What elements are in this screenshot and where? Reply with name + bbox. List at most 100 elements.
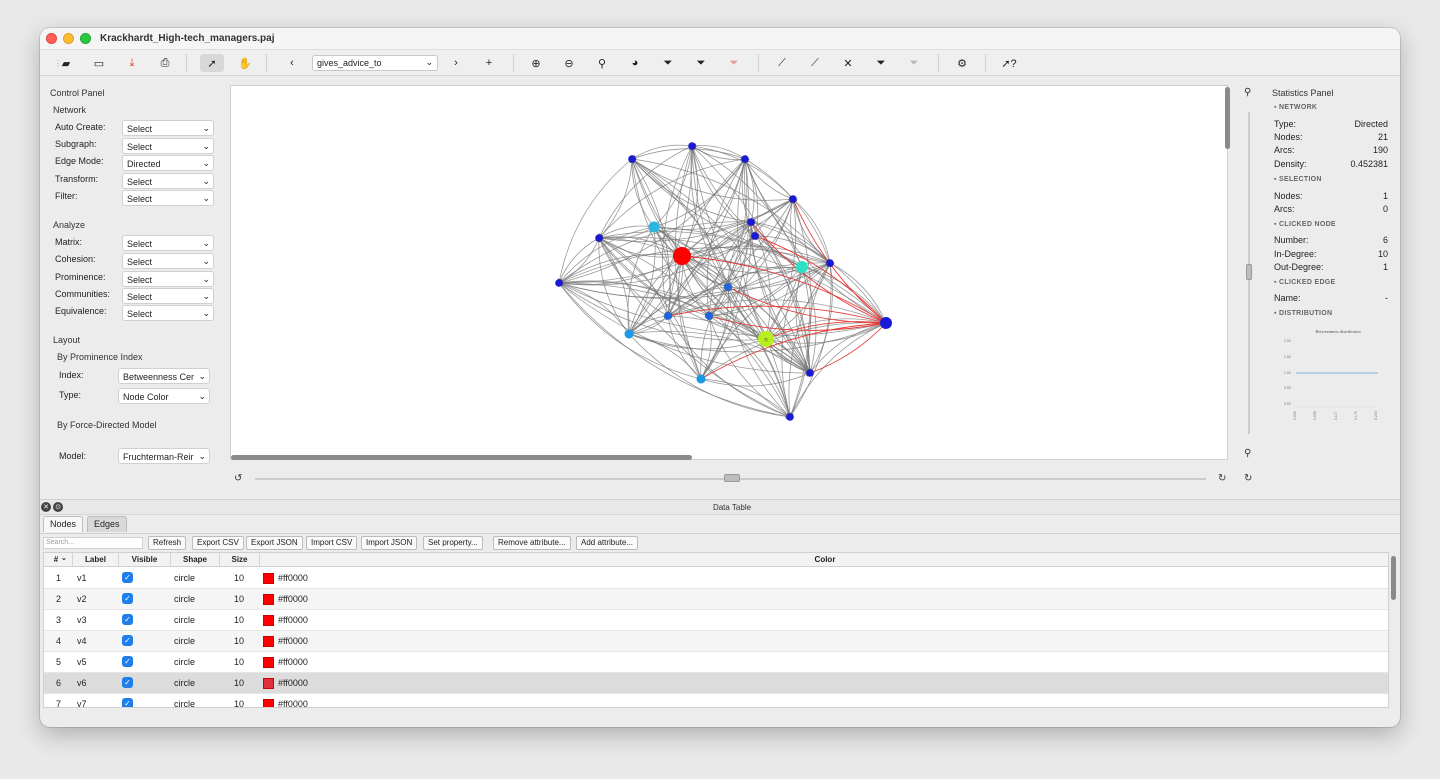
cell-color[interactable]: #ff0000 [278,615,308,625]
auto-create-select[interactable]: Select ⌄ [122,120,214,136]
force-model-select[interactable]: Fruchterman-Reir ⌄ [118,448,210,464]
column-header-color[interactable]: Color [260,555,1388,564]
graph-node[interactable] [826,259,834,267]
cell-color[interactable]: #ff0000 [278,678,308,688]
table-row[interactable]: 1 v1 ✓ circle 10 #ff0000 [44,568,1388,589]
close-window-button[interactable] [46,33,57,44]
cell-color[interactable]: #ff0000 [278,573,308,583]
graph-node[interactable] [786,413,794,421]
save-button[interactable]: ⤓ [120,54,144,72]
filter-nodes-button[interactable]: ⏷ [656,54,680,72]
add-attribute-button[interactable]: Add attribute... [576,536,639,550]
zoom-out-button[interactable]: ⚲ [1244,448,1251,459]
node-properties-button[interactable]: ◕ [623,54,647,72]
set-property-button[interactable]: Set property... [423,536,483,550]
cell-size[interactable]: 10 [234,615,244,625]
cell-label[interactable]: v5 [77,657,87,667]
table-row[interactable]: 7 v7 ✓ circle 10 #ff0000 [44,694,1388,707]
color-swatch[interactable] [263,657,274,668]
graph-node[interactable] [796,261,808,273]
remove-node-button[interactable]: ⊖ [557,54,581,72]
table-row[interactable]: 2 v2 ✓ circle 10 #ff0000 [44,589,1388,610]
relation-select[interactable]: gives_advice_to ⌄ [312,55,438,71]
graph-node[interactable] [806,369,814,377]
graph-node[interactable] [648,221,660,233]
graph-node[interactable] [664,312,672,320]
cell-shape[interactable]: circle [174,636,195,646]
cell-color[interactable]: #ff0000 [278,657,308,667]
graph-node[interactable] [789,195,797,203]
visible-checkbox[interactable]: ✓ [122,656,133,667]
tab-edges[interactable]: Edges [87,516,127,532]
cell-size[interactable]: 10 [234,573,244,583]
color-swatch[interactable] [263,594,274,605]
graph-node[interactable] [724,283,732,291]
edit-edge-button[interactable]: ✕ [836,54,860,72]
graph-node[interactable] [880,317,892,329]
visible-checkbox[interactable]: ✓ [122,614,133,625]
select-mode-button[interactable]: ➚ [200,54,224,72]
cell-size[interactable]: 10 [234,594,244,604]
graph-node[interactable] [595,234,603,242]
cell-shape[interactable]: circle [174,573,195,583]
transform-select[interactable]: Select ⌄ [122,173,214,189]
cell-size[interactable]: 10 [234,636,244,646]
zoom-slider-thumb[interactable] [1246,264,1252,280]
zoom-window-button[interactable] [80,33,91,44]
export-csv-button[interactable]: Export CSV [192,536,244,550]
prominence-index-select[interactable]: Betweenness Cer ⌄ [118,368,210,384]
network-graph[interactable]: n [231,86,1227,459]
graph-node[interactable] [741,155,749,163]
next-relation-button[interactable]: › [444,54,468,72]
export-json-button[interactable]: Export JSON [246,536,303,550]
graph-node[interactable] [705,312,713,320]
column-header-label[interactable]: Label [73,555,118,564]
canvas-vertical-scrollbar[interactable] [1225,87,1230,149]
cell-color[interactable]: #ff0000 [278,594,308,604]
refresh-button[interactable]: Refresh [148,536,187,550]
pan-mode-button[interactable]: ✋ [233,54,257,72]
matrix-select[interactable]: Select ⌄ [122,235,214,251]
sort-chevron-icon[interactable]: ⌄ [61,554,67,562]
cell-label[interactable]: v2 [77,594,87,604]
minimize-window-button[interactable] [63,33,74,44]
column-header-shape[interactable]: Shape [171,555,219,564]
graph-canvas[interactable]: n [230,85,1228,460]
cell-label[interactable]: v3 [77,615,87,625]
column-header-visible[interactable]: Visible [119,555,170,564]
remove-filter-button[interactable]: ⏷ [722,54,746,72]
table-row[interactable]: 5 v5 ✓ circle 10 #ff0000 [44,652,1388,673]
find-node-button[interactable]: ⚲ [590,54,614,72]
remove-edge-filter-button[interactable]: ⏷ [902,54,926,72]
color-swatch[interactable] [263,573,274,584]
settings-button[interactable]: ⚙ [950,54,974,72]
cell-shape[interactable]: circle [174,678,195,688]
visible-checkbox[interactable]: ✓ [122,635,133,646]
filter-isolates-button[interactable]: ⏷ [689,54,713,72]
table-vertical-scrollbar[interactable] [1391,556,1396,600]
table-row[interactable]: 4 v4 ✓ circle 10 #ff0000 [44,631,1388,652]
table-row[interactable]: 3 v3 ✓ circle 10 #ff0000 [44,610,1388,631]
canvas-horizontal-scrollbar[interactable] [231,455,692,460]
graph-node[interactable] [751,232,759,240]
import-json-button[interactable]: Import JSON [361,536,418,550]
open-folder-button[interactable]: ▰ [54,54,78,72]
add-edge-button[interactable]: ⟋ [770,54,794,72]
graph-node[interactable] [555,279,563,287]
help-button[interactable]: ➚? [997,54,1021,72]
prev-relation-button[interactable]: ‹ [280,54,304,72]
cell-size[interactable]: 10 [234,699,244,707]
color-swatch[interactable] [263,678,274,689]
zoom-in-button[interactable]: ⚲ [1244,87,1251,98]
remove-edge-button[interactable]: ⟋ [803,54,827,72]
reset-rotation-button[interactable]: ↻ [1218,473,1226,484]
communities-select[interactable]: Select ⌄ [122,288,214,304]
cell-color[interactable]: #ff0000 [278,636,308,646]
add-relation-button[interactable]: + [477,54,501,72]
open-file-button[interactable]: ▭ [87,54,111,72]
cell-size[interactable]: 10 [234,657,244,667]
visible-checkbox[interactable]: ✓ [122,698,133,707]
visible-checkbox[interactable]: ✓ [122,593,133,604]
cell-label[interactable]: v4 [77,636,87,646]
subgraph-select[interactable]: Select ⌄ [122,138,214,154]
